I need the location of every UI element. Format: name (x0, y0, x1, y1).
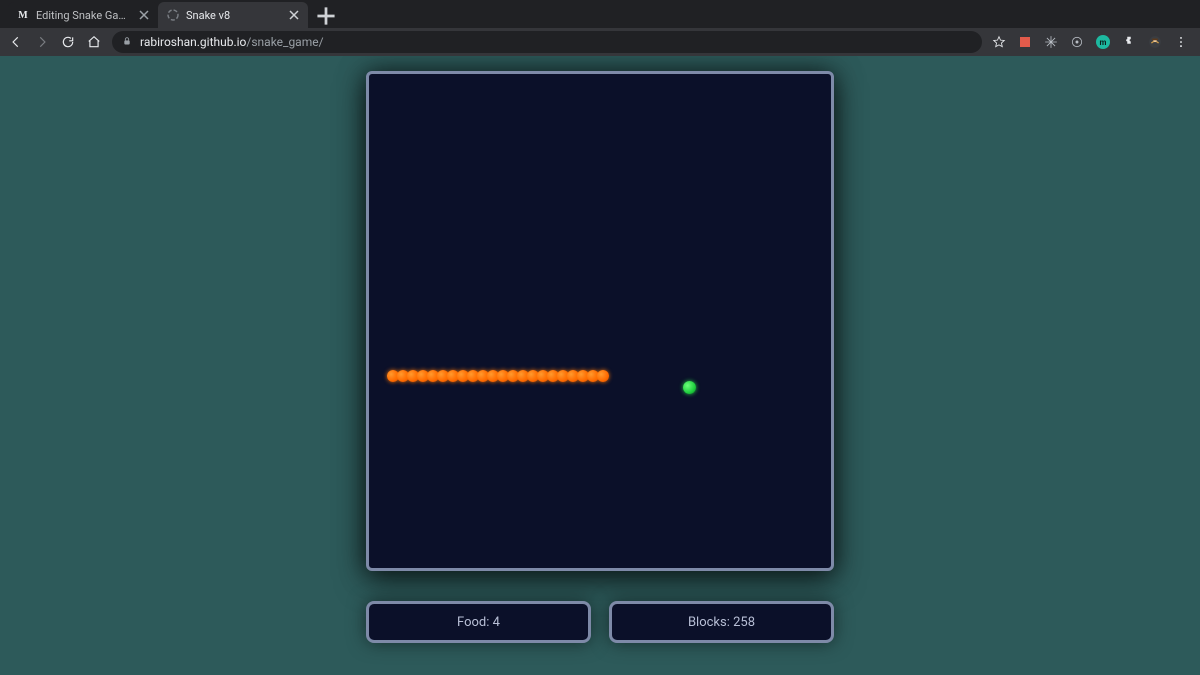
close-icon[interactable] (288, 9, 300, 21)
tab-medium-editor[interactable]: M Editing Snake Game – Medium (8, 2, 158, 28)
tab-snake-v8[interactable]: Snake v8 (158, 2, 308, 28)
tab-title: Editing Snake Game – Medium (36, 9, 132, 22)
stat-blocks: Blocks: 258 (609, 601, 834, 643)
stat-food: Food: 4 (366, 601, 591, 643)
extension-m-badge[interactable]: m (1096, 35, 1110, 49)
profile-avatar-icon[interactable] (1148, 35, 1162, 49)
food-dot (683, 381, 696, 394)
close-icon[interactable] (138, 9, 150, 21)
kebab-menu-icon[interactable] (1174, 35, 1188, 49)
page-viewport: Food: 4 Blocks: 258 (0, 56, 1200, 675)
back-button[interactable] (8, 34, 24, 50)
lock-icon (122, 35, 132, 49)
snake-segment (597, 370, 609, 382)
url-text: rabiroshan.github.io/snake_game/ (140, 35, 324, 49)
extension-target-icon[interactable] (1070, 35, 1084, 49)
home-button[interactable] (86, 34, 102, 50)
medium-favicon: M (16, 8, 30, 22)
new-tab-button[interactable] (314, 4, 338, 28)
tab-strip: M Editing Snake Game – Medium Snake v8 (0, 0, 1200, 28)
page-favicon (166, 8, 180, 22)
browser-toolbar: rabiroshan.github.io/snake_game/ m (0, 28, 1200, 56)
address-bar[interactable]: rabiroshan.github.io/snake_game/ (112, 31, 982, 53)
extension-snowflake-icon[interactable] (1044, 35, 1058, 49)
extensions-puzzle-icon[interactable] (1122, 35, 1136, 49)
star-icon[interactable] (992, 35, 1006, 49)
toolbar-right: m (992, 35, 1192, 49)
extension-red-icon[interactable] (1018, 35, 1032, 49)
reload-button[interactable] (60, 34, 76, 50)
game-board[interactable] (366, 71, 834, 571)
forward-button[interactable] (34, 34, 50, 50)
tab-title: Snake v8 (186, 9, 282, 22)
